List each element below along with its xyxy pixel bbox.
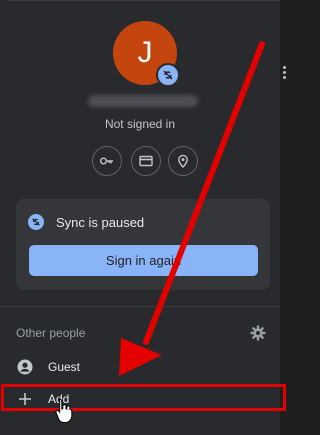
profile-menu-panel: J Not signed in Sync is paused Sign in a…	[0, 0, 280, 435]
add-profile-item[interactable]: Add	[0, 384, 280, 414]
gear-icon[interactable]	[250, 325, 266, 341]
section-divider	[0, 306, 280, 307]
sync-status-text: Sync is paused	[56, 215, 145, 230]
avatar-letter: J	[137, 36, 153, 69]
hand-cursor-icon	[55, 398, 73, 423]
blurred-profile-name	[88, 95, 198, 107]
more-options-icon[interactable]	[283, 66, 287, 81]
key-icon	[100, 157, 113, 165]
location-pin-icon	[178, 154, 188, 169]
guest-profile-item[interactable]: Guest	[0, 352, 280, 382]
sync-paused-badge-icon	[156, 63, 180, 87]
sign-in-status: Not signed in	[104, 117, 176, 131]
sync-paused-icon	[28, 214, 44, 230]
passwords-button[interactable]	[92, 146, 122, 176]
guest-label: Guest	[48, 360, 81, 374]
payment-methods-button[interactable]	[131, 146, 161, 176]
top-divider	[8, 0, 280, 1]
credit-card-icon	[139, 155, 153, 167]
plus-icon	[19, 393, 31, 405]
window-edge	[280, 0, 290, 435]
sign-in-again-button[interactable]: Sign in again	[29, 245, 258, 276]
other-people-heading: Other people	[16, 326, 86, 340]
sync-card: Sync is paused Sign in again	[16, 199, 270, 290]
addresses-button[interactable]	[168, 146, 198, 176]
person-circle-icon	[17, 359, 33, 375]
